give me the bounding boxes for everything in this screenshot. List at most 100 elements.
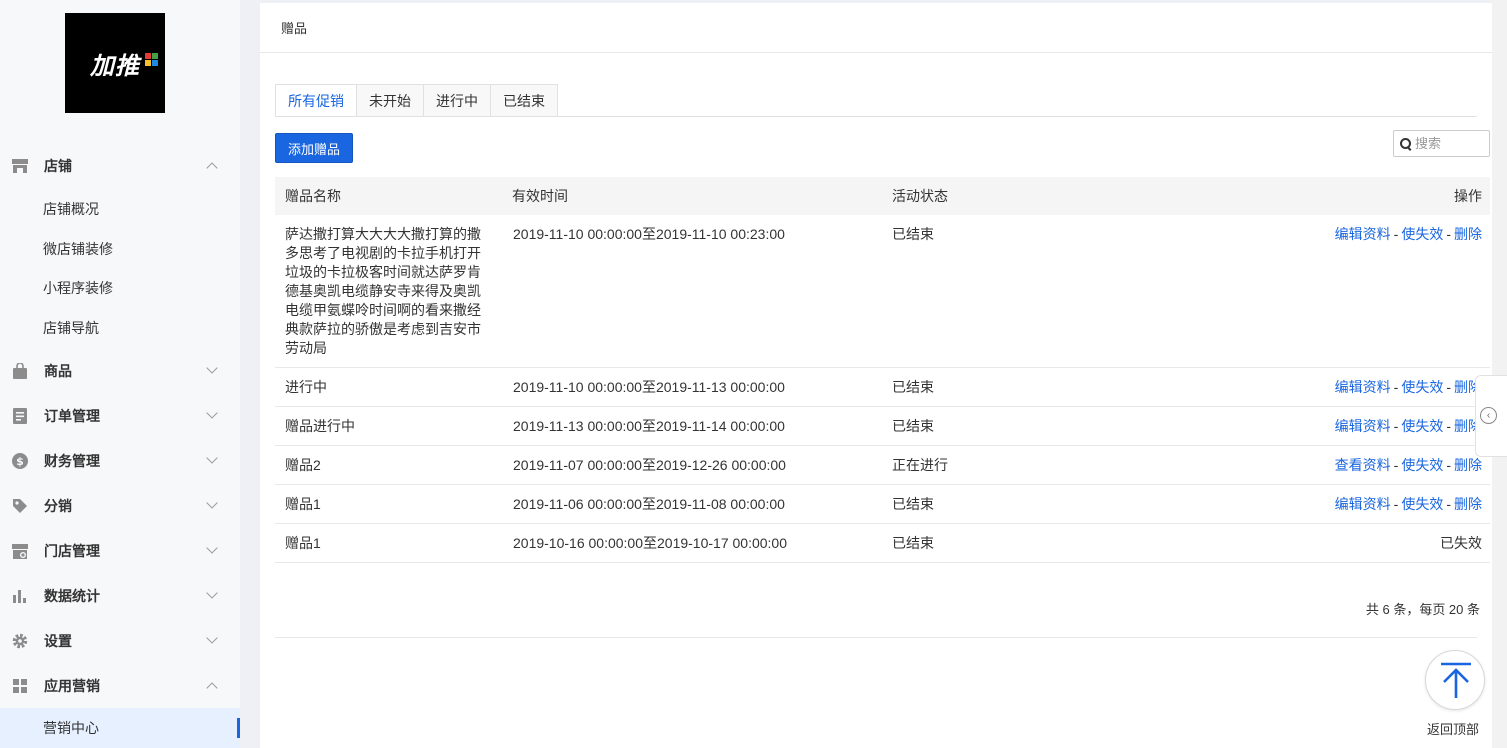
chevron-down-icon xyxy=(206,542,218,554)
svg-text:$: $ xyxy=(16,455,24,468)
logo-mark-icon xyxy=(145,53,159,67)
view-link[interactable]: 查看资料 xyxy=(1335,457,1391,473)
nav-group-distribution[interactable]: 分销 xyxy=(0,483,240,528)
separator: - xyxy=(1446,418,1451,434)
back-to-top-label: 返回顶部 xyxy=(1427,722,1480,737)
page-scrollbar[interactable] xyxy=(1492,0,1507,748)
bar-chart-icon xyxy=(12,588,28,604)
activity-status: 已结束 xyxy=(882,215,1322,368)
separator: - xyxy=(1393,226,1399,242)
nav-group-statistics[interactable]: 数据统计 xyxy=(0,573,240,618)
tab-in-progress[interactable]: 进行中 xyxy=(424,84,491,117)
chevron-down-icon xyxy=(206,452,218,464)
valid-time: 2019-11-10 00:00:00至2019-11-10 00:23:00 xyxy=(502,215,882,368)
valid-time: 2019-11-10 00:00:00至2019-11-13 00:00:00 xyxy=(502,367,882,407)
gear-icon xyxy=(12,633,28,649)
nav-group-label: 商品 xyxy=(44,362,72,379)
expired-label: 已失效 xyxy=(1322,523,1490,563)
separator: - xyxy=(1446,379,1451,395)
nav-group-label: 财务管理 xyxy=(44,452,100,469)
table-header-row: 赠品名称 有效时间 活动状态 操作 xyxy=(275,177,1490,215)
tag-icon xyxy=(12,498,28,514)
nav-group-label: 应用营销 xyxy=(44,677,100,694)
gift-name: 赠品进行中 xyxy=(275,406,502,446)
delete-link[interactable]: 删除 xyxy=(1454,457,1482,473)
main-panel: 赠品 所有促销 未开始 进行中 已结束 添加赠品 赠品名称 有效时间 活动状态 … xyxy=(260,3,1492,748)
nav-item-store-overview[interactable]: 店铺概况 xyxy=(0,189,240,229)
store-icon xyxy=(12,158,28,174)
nav-item-micro-store-decor[interactable]: 微店铺装修 xyxy=(0,229,240,269)
nav-group-finance[interactable]: $ 财务管理 xyxy=(0,438,240,483)
search-input[interactable] xyxy=(1415,136,1485,151)
sidebar: 加推 店铺 店铺概况 微店铺装修 小程序装修 店铺导航 商品 订单管理 $ 财务… xyxy=(0,0,240,748)
row-actions: 查看资料 - 使失效 - 删除 xyxy=(1322,445,1490,485)
edit-link[interactable]: 编辑资料 xyxy=(1335,496,1391,512)
money-icon: $ xyxy=(12,452,28,469)
nav-item-store-nav[interactable]: 店铺导航 xyxy=(0,308,240,348)
disable-link[interactable]: 使失效 xyxy=(1401,379,1443,395)
delete-link[interactable]: 删除 xyxy=(1454,226,1482,242)
nav-item-miniprogram-decor[interactable]: 小程序装修 xyxy=(0,268,240,308)
chevron-down-icon xyxy=(206,407,218,419)
edit-link[interactable]: 编辑资料 xyxy=(1335,418,1391,434)
column-header-status: 活动状态 xyxy=(892,188,948,204)
column-header-actions: 操作 xyxy=(1454,188,1482,204)
nav-item-marketing-center[interactable]: 营销中心 xyxy=(0,708,240,748)
disable-link[interactable]: 使失效 xyxy=(1401,226,1443,242)
tab-ended[interactable]: 已结束 xyxy=(491,84,558,117)
table-row: 赠品1 2019-10-16 00:00:00至2019-10-17 00:00… xyxy=(275,523,1490,563)
row-actions: 编辑资料 - 使失效 - 删除 xyxy=(1322,406,1490,446)
column-header-name: 赠品名称 xyxy=(285,188,341,204)
tab-all-promotions[interactable]: 所有促销 xyxy=(275,84,357,117)
activity-status: 已结束 xyxy=(882,523,1322,563)
add-gift-button[interactable]: 添加赠品 xyxy=(275,133,353,163)
separator: - xyxy=(1393,496,1399,512)
separator: - xyxy=(1446,457,1451,473)
chevron-down-icon xyxy=(206,497,218,509)
status-tabs: 所有促销 未开始 进行中 已结束 xyxy=(275,84,558,117)
gift-table: 赠品名称 有效时间 活动状态 操作 萨达撒打算大大大大撒打算的撒多思考了电视剧的… xyxy=(275,177,1490,563)
search-box xyxy=(1393,130,1490,157)
gift-name: 赠品1 xyxy=(275,484,502,524)
gift-name: 赠品2 xyxy=(275,445,502,485)
gift-name: 赠品1 xyxy=(275,523,502,563)
brand-logo[interactable]: 加推 xyxy=(65,13,165,113)
valid-time: 2019-11-13 00:00:00至2019-11-14 00:00:00 xyxy=(502,406,882,446)
table-row: 赠品1 2019-11-06 00:00:00至2019-11-08 00:00… xyxy=(275,484,1490,524)
activity-status: 已结束 xyxy=(882,484,1322,524)
nav-group-orders[interactable]: 订单管理 xyxy=(0,393,240,438)
row-actions: 编辑资料 - 使失效 - 删除 xyxy=(1322,484,1490,524)
disable-link[interactable]: 使失效 xyxy=(1401,418,1443,434)
pagination-divider xyxy=(275,637,1477,638)
table-row: 赠品2 2019-11-07 00:00:00至2019-12-26 00:00… xyxy=(275,445,1490,485)
back-to-top-button[interactable] xyxy=(1425,650,1485,710)
nav-group-store[interactable]: 店铺 xyxy=(0,143,240,188)
nav-group-label: 分销 xyxy=(44,497,72,514)
side-collapse-tab[interactable]: ‹ xyxy=(1475,375,1507,457)
table-row: 赠品进行中 2019-11-13 00:00:00至2019-11-14 00:… xyxy=(275,406,1490,446)
page-title: 赠品 xyxy=(260,3,1492,53)
nav-group-label: 订单管理 xyxy=(44,407,100,424)
nav-group-settings[interactable]: 设置 xyxy=(0,618,240,663)
edit-link[interactable]: 编辑资料 xyxy=(1335,226,1391,242)
chevron-down-icon xyxy=(206,632,218,644)
nav-group-app-marketing[interactable]: 应用营销 xyxy=(0,663,240,708)
shop-icon xyxy=(12,543,28,559)
delete-link[interactable]: 删除 xyxy=(1454,496,1482,512)
disable-link[interactable]: 使失效 xyxy=(1401,457,1443,473)
gift-name: 萨达撒打算大大大大撒打算的撒多思考了电视剧的卡拉手机打开垃圾的卡拉极客时间就达萨… xyxy=(275,215,502,368)
nav-group-stores[interactable]: 门店管理 xyxy=(0,528,240,573)
nav-group-goods[interactable]: 商品 xyxy=(0,348,240,393)
disable-link[interactable]: 使失效 xyxy=(1401,496,1443,512)
gift-name: 进行中 xyxy=(275,367,502,407)
separator: - xyxy=(1446,226,1451,242)
document-icon xyxy=(12,407,28,424)
separator: - xyxy=(1393,457,1399,473)
table-row: 进行中 2019-11-10 00:00:00至2019-11-13 00:00… xyxy=(275,367,1490,407)
nav-group-label: 门店管理 xyxy=(44,542,100,559)
edit-link[interactable]: 编辑资料 xyxy=(1335,379,1391,395)
chevron-up-icon xyxy=(206,162,218,174)
pagination-summary: 共 6 条，每页 20 条 xyxy=(1365,602,1480,617)
valid-time: 2019-10-16 00:00:00至2019-10-17 00:00:00 xyxy=(502,523,882,563)
tab-not-started[interactable]: 未开始 xyxy=(357,84,424,117)
